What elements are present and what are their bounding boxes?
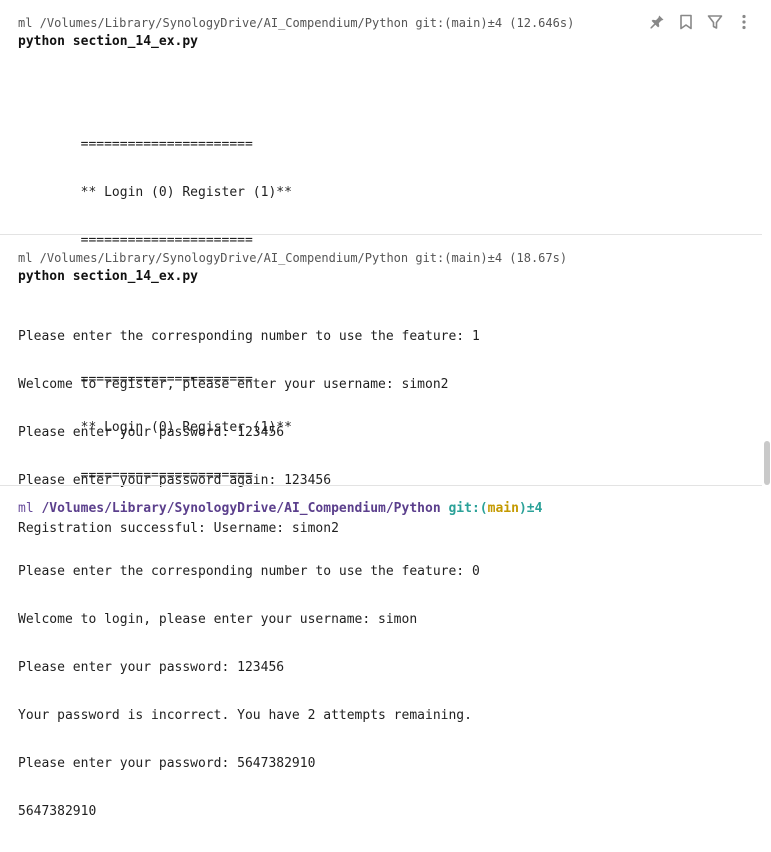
block-command: python section_14_ex.py — [18, 34, 199, 49]
output-line: Please enter the corresponding number to… — [18, 564, 480, 579]
prompt-path: /Volumes/Library/SynologyDrive/AI_Compen… — [41, 501, 441, 516]
block-meta: ml /Volumes/Library/SynologyDrive/AI_Com… — [18, 251, 568, 265]
block-meta: ml /Volumes/Library/SynologyDrive/AI_Com… — [18, 16, 575, 30]
active-prompt[interactable]: ml /Volumes/Library/SynologyDrive/AI_Com… — [18, 501, 542, 517]
prompt-git-label: git:( — [448, 501, 488, 516]
output-line: 5647382910 — [18, 804, 97, 819]
prompt-git-close: ) — [518, 501, 527, 516]
output-line: ====================== — [18, 372, 253, 387]
command-block-2[interactable]: ml /Volumes/Library/SynologyDrive/AI_Com… — [0, 235, 762, 819]
output-line: ** Login (0) Register (1)** — [18, 185, 292, 200]
block-output: ====================== ** Login (0) Regi… — [18, 292, 480, 852]
prompt-dirty: ±4 — [526, 501, 543, 516]
output-line: ** Login (0) Register (1)** — [18, 420, 292, 435]
output-line: Your password is incorrect. You have 2 a… — [18, 708, 472, 723]
output-line: ====================== — [18, 137, 253, 152]
block-command: python section_14_ex.py — [18, 269, 199, 284]
output-line: Welcome to login, please enter your user… — [18, 612, 418, 627]
scrollbar-thumb[interactable] — [764, 441, 770, 485]
command-block-1[interactable]: ml /Volumes/Library/SynologyDrive/AI_Com… — [0, 0, 762, 536]
prompt-branch: main — [487, 501, 519, 516]
output-line: Please enter your password: 5647382910 — [18, 756, 316, 771]
prompt-env: ml — [18, 501, 34, 516]
block-divider — [0, 485, 762, 486]
output-line: Please enter your password: 123456 — [18, 660, 285, 675]
output-line: ====================== — [18, 468, 253, 483]
